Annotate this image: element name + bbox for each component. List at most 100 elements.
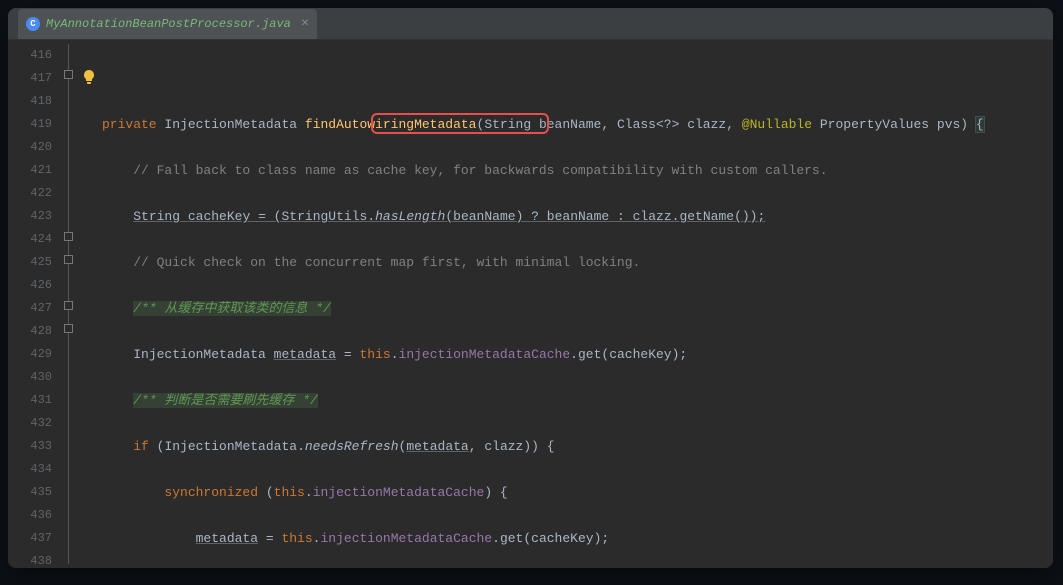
- lightbulb-icon[interactable]: [81, 69, 97, 85]
- line-number: 436: [22, 504, 52, 527]
- keyword-if: if: [133, 439, 149, 454]
- punct: .: [305, 485, 313, 500]
- return-type: InjectionMetadata: [164, 117, 297, 132]
- punct: .: [570, 347, 578, 362]
- field-ref: injectionMetadataCache: [313, 485, 485, 500]
- punct: (: [149, 439, 165, 454]
- punct: ());: [734, 209, 765, 224]
- punct: ) {: [484, 485, 507, 500]
- line-number: 416: [22, 44, 52, 67]
- variable: cacheKey: [188, 209, 250, 224]
- line-number: 433: [22, 435, 52, 458]
- punct: .: [367, 209, 375, 224]
- vertical-scrollbar[interactable]: [1041, 40, 1053, 568]
- keyword-this: this: [359, 347, 390, 362]
- param-name: pvs: [937, 117, 960, 132]
- class-ref: InjectionMetadata: [164, 439, 297, 454]
- punct: ) ?: [516, 209, 547, 224]
- line-number: 419: [22, 113, 52, 136]
- method-name: findAutowiringMetadata: [305, 117, 477, 132]
- doc-comment: /** 判断是否需要刷先缓存 */: [133, 393, 318, 408]
- line-number: 423: [22, 205, 52, 228]
- variable: metadata: [274, 347, 336, 362]
- arg: clazz: [633, 209, 672, 224]
- keyword-synchronized: synchronized: [164, 485, 258, 500]
- tab-filename: MyAnnotationBeanPostProcessor.java: [46, 17, 291, 31]
- punct: (: [258, 485, 274, 500]
- line-number: 435: [22, 481, 52, 504]
- code-area[interactable]: private InjectionMetadata findAutowiring…: [102, 40, 1041, 568]
- line-number: 420: [22, 136, 52, 159]
- line-number: 417: [22, 67, 52, 90]
- punct: =: [336, 347, 359, 362]
- line-number: 432: [22, 412, 52, 435]
- keyword-this: this: [274, 485, 305, 500]
- method-call: get: [578, 347, 601, 362]
- punct: ,: [469, 439, 485, 454]
- class-icon: C: [26, 17, 40, 31]
- class-ref: StringUtils: [281, 209, 367, 224]
- arg: cacheKey: [531, 531, 593, 546]
- punct: )) {: [523, 439, 554, 454]
- param-name: beanName: [539, 117, 601, 132]
- generic: <?>: [656, 117, 679, 132]
- fold-toggle[interactable]: [64, 232, 73, 241]
- annotation: @Nullable: [742, 117, 812, 132]
- brace: {: [976, 117, 984, 132]
- arg: beanName: [547, 209, 609, 224]
- editor-window: C MyAnnotationBeanPostProcessor.java × 4…: [8, 8, 1053, 568]
- param-type: Class: [617, 117, 656, 132]
- line-number: 421: [22, 159, 52, 182]
- editor-body: 416 417 418 419 420 421 422 423 424 425 …: [8, 40, 1053, 568]
- field-ref: injectionMetadataCache: [320, 531, 492, 546]
- type: String: [133, 209, 180, 224]
- file-tab[interactable]: C MyAnnotationBeanPostProcessor.java ×: [18, 9, 317, 39]
- breakpoint-gutter[interactable]: [8, 40, 18, 568]
- line-number: 438: [22, 550, 52, 568]
- keyword-private: private: [102, 117, 157, 132]
- keyword-this: this: [281, 531, 312, 546]
- field-ref: injectionMetadataCache: [399, 347, 571, 362]
- punct: );: [594, 531, 610, 546]
- punct: = (: [250, 209, 281, 224]
- tab-bar: C MyAnnotationBeanPostProcessor.java ×: [8, 8, 1053, 40]
- line-number: 424: [22, 228, 52, 251]
- punct: .: [492, 531, 500, 546]
- punct: );: [672, 347, 688, 362]
- punct: =: [258, 531, 281, 546]
- close-icon[interactable]: ×: [301, 16, 309, 32]
- comment: // Quick check on the concurrent map fir…: [133, 255, 640, 270]
- punct: .: [391, 347, 399, 362]
- line-number: 425: [22, 251, 52, 274]
- arg: clazz: [484, 439, 523, 454]
- doc-comment: /** 从缓存中获取该类的信息 */: [133, 301, 331, 316]
- fold-toggle[interactable]: [64, 324, 73, 333]
- line-number: 430: [22, 366, 52, 389]
- param-type: String: [484, 117, 531, 132]
- line-number: 431: [22, 389, 52, 412]
- fold-gutter[interactable]: [60, 40, 78, 568]
- method-call: get: [500, 531, 523, 546]
- param-type: PropertyValues: [820, 117, 929, 132]
- arg: cacheKey: [609, 347, 671, 362]
- line-number: 426: [22, 274, 52, 297]
- type: InjectionMetadata: [133, 347, 266, 362]
- line-number: 437: [22, 527, 52, 550]
- method-call: needsRefresh: [305, 439, 399, 454]
- method-call: getName: [679, 209, 734, 224]
- method-call: hasLength: [375, 209, 445, 224]
- line-number: 422: [22, 182, 52, 205]
- fold-toggle[interactable]: [64, 301, 73, 310]
- hint-gutter: [78, 40, 102, 568]
- variable: metadata: [196, 531, 258, 546]
- line-number: 434: [22, 458, 52, 481]
- param-name: clazz: [687, 117, 726, 132]
- arg: metadata: [406, 439, 468, 454]
- fold-toggle[interactable]: [64, 70, 73, 79]
- line-number: 418: [22, 90, 52, 113]
- line-number: 427: [22, 297, 52, 320]
- line-number: 428: [22, 320, 52, 343]
- line-number: 429: [22, 343, 52, 366]
- punct: .: [297, 439, 305, 454]
- fold-toggle[interactable]: [64, 255, 73, 264]
